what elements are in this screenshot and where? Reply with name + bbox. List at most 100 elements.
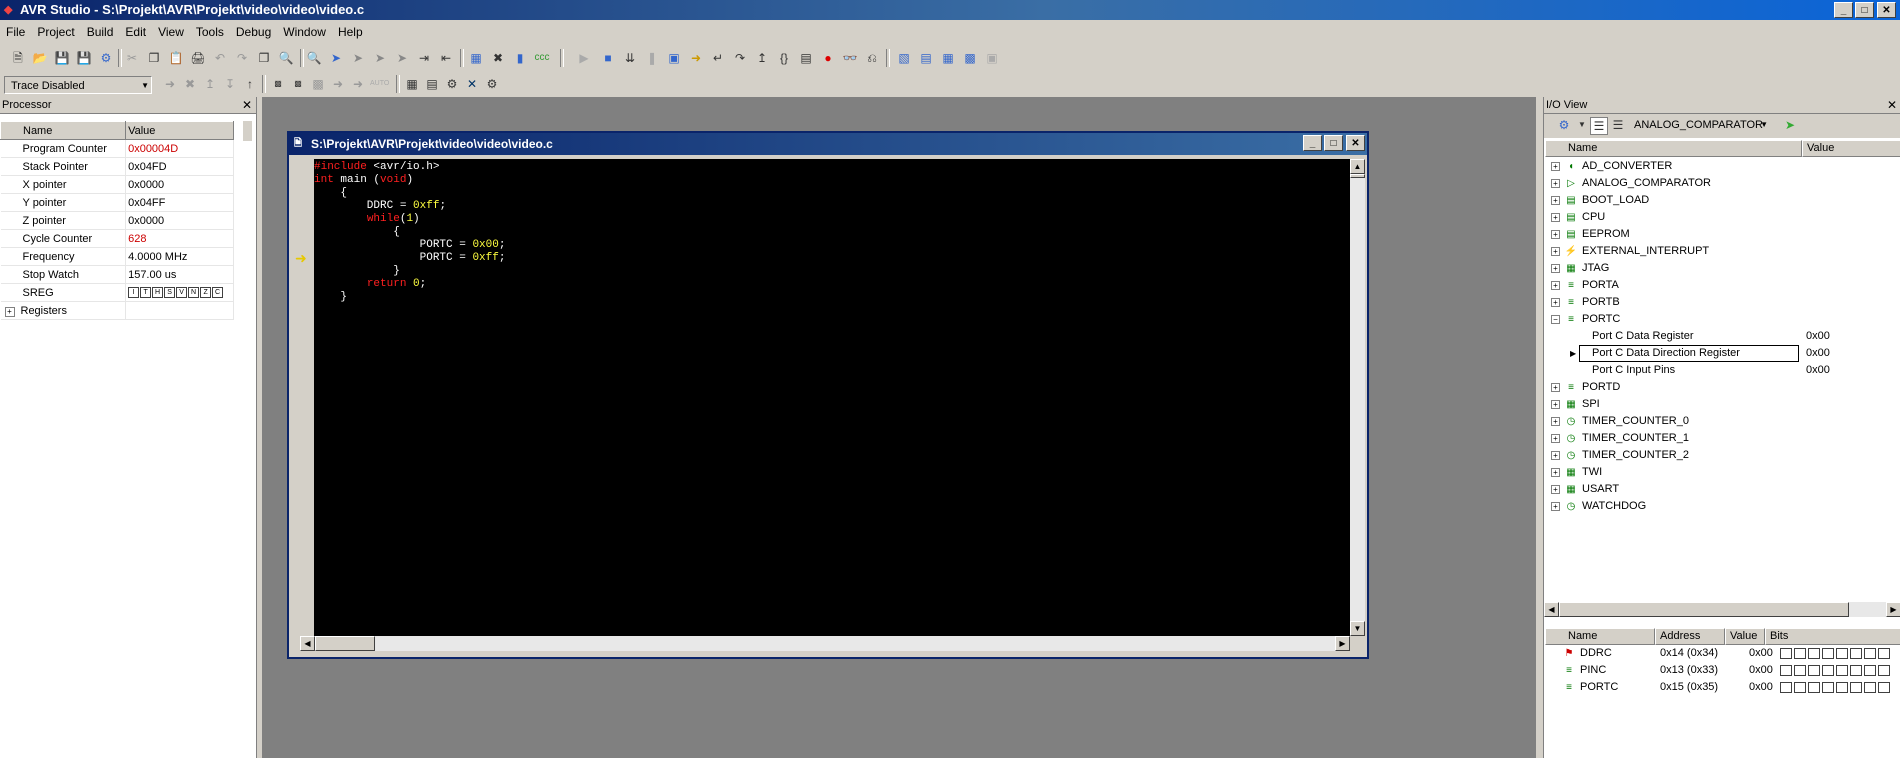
paste-icon[interactable]: 📋 bbox=[168, 50, 184, 66]
stop-debug-icon[interactable]: ■ bbox=[600, 50, 616, 66]
bit-checkbox[interactable] bbox=[1864, 681, 1876, 693]
menu-window[interactable]: Window bbox=[277, 22, 332, 42]
expand-icon[interactable]: + bbox=[1551, 230, 1560, 239]
reg-col-header-name[interactable]: Name bbox=[1545, 628, 1655, 645]
chevron-down-icon[interactable]: ▼ bbox=[1574, 117, 1590, 133]
io-peripheral-row[interactable]: + ◷ TIMER_COUNTER_2 bbox=[1544, 447, 1900, 464]
open-folder-icon[interactable]: 📂 bbox=[32, 50, 48, 66]
sreg-flag-s[interactable]: S bbox=[164, 287, 176, 299]
bit-checkbox[interactable] bbox=[1780, 664, 1792, 676]
io-peripheral-row[interactable]: + ▦ TWI bbox=[1544, 464, 1900, 481]
io-peripheral-row[interactable]: + ◷ WATCHDOG bbox=[1544, 498, 1900, 515]
quickwatch-icon[interactable]: 👓 bbox=[842, 50, 858, 66]
io-register-row[interactable]: ▶ Port C Data Direction Register 0x00 bbox=[1544, 345, 1900, 362]
outdent-icon[interactable]: ⇤ bbox=[438, 50, 454, 66]
bookmark-next-icon[interactable]: ➤ bbox=[350, 50, 366, 66]
scroll-left-icon[interactable]: ◀ bbox=[1544, 602, 1559, 617]
expand-icon[interactable]: + bbox=[1551, 264, 1560, 273]
io-peripheral-row[interactable]: + ▦ SPI bbox=[1544, 396, 1900, 413]
run-icon[interactable]: ▶ bbox=[576, 50, 592, 66]
bit-checkbox[interactable] bbox=[1794, 647, 1806, 659]
menu-build[interactable]: Build bbox=[81, 22, 120, 42]
breakpoint-icon[interactable]: ● bbox=[820, 50, 836, 66]
table-row[interactable]: Program Counter 0x00004D bbox=[0, 139, 234, 158]
register-window-icon[interactable]: ▦ bbox=[940, 50, 956, 66]
expand-icon[interactable]: + bbox=[1551, 502, 1560, 511]
reg-col-header-bits[interactable]: Bits bbox=[1765, 628, 1900, 645]
trace-step-icon[interactable]: ↥ bbox=[202, 76, 218, 92]
table-row[interactable]: + Registers bbox=[0, 301, 234, 320]
expand-icon[interactable]: + bbox=[1551, 196, 1560, 205]
new-file-icon[interactable]: 🗎 bbox=[10, 50, 26, 66]
code-editor[interactable]: #include <avr/io.h> int main (void) { DDR… bbox=[314, 159, 1350, 636]
trace-select[interactable]: Trace Disabled ▼ bbox=[4, 76, 152, 94]
bookmark-icon[interactable]: ➤ bbox=[328, 50, 344, 66]
expand-icon[interactable]: + bbox=[1551, 417, 1560, 426]
menu-edit[interactable]: Edit bbox=[119, 22, 152, 42]
trace-top-icon[interactable]: ↑ bbox=[242, 76, 258, 92]
expand-icon[interactable]: + bbox=[1551, 179, 1560, 188]
reg-col-header-value[interactable]: Value bbox=[1725, 628, 1765, 645]
disassembler-icon[interactable]: ▩ bbox=[962, 50, 978, 66]
bit-checkbox[interactable] bbox=[1822, 664, 1834, 676]
trace-clear-icon[interactable]: ✖ bbox=[182, 76, 198, 92]
sreg-flag-c[interactable]: C bbox=[212, 287, 224, 299]
sreg-flag-t[interactable]: T bbox=[140, 287, 152, 299]
io-horizontal-scrollbar[interactable]: ◀ ▶ bbox=[1544, 602, 1900, 617]
filter-icon[interactable]: ⚙ bbox=[1556, 117, 1572, 133]
scroll-right-icon[interactable]: ▶ bbox=[1886, 602, 1900, 617]
io-col-header-name[interactable]: Name bbox=[1545, 140, 1802, 157]
editor-titlebar[interactable]: 🗎 S:\Projekt\AVR\Projekt\video\video\vid… bbox=[289, 133, 1367, 155]
bit-checkbox[interactable] bbox=[1850, 647, 1862, 659]
bit-checkbox[interactable] bbox=[1878, 681, 1890, 693]
cut-icon[interactable]: ✂ bbox=[124, 50, 140, 66]
scroll-right-icon[interactable]: ▶ bbox=[1335, 636, 1350, 651]
expand-icon[interactable]: + bbox=[1551, 298, 1560, 307]
undo-icon[interactable]: ↶ bbox=[212, 50, 228, 66]
bit-checkbox[interactable] bbox=[1822, 647, 1834, 659]
reg-col-header-address[interactable]: Address bbox=[1655, 628, 1725, 645]
expand-icon[interactable]: + bbox=[1551, 213, 1560, 222]
scroll-up-icon[interactable]: ▲ bbox=[1350, 159, 1365, 174]
asm-icon[interactable]: ▩ bbox=[290, 76, 306, 92]
expand-icon[interactable]: + bbox=[1551, 400, 1560, 409]
bit-checkbox[interactable] bbox=[1808, 681, 1820, 693]
io-peripheral-row[interactable]: + ▤ CPU bbox=[1544, 209, 1900, 226]
scroll-down-icon[interactable]: ▼ bbox=[1350, 621, 1365, 636]
bit-checkbox[interactable] bbox=[1794, 681, 1806, 693]
sreg-flag-n[interactable]: N bbox=[188, 287, 200, 299]
trace-gray3-icon[interactable]: ➜ bbox=[350, 76, 366, 92]
reset-icon[interactable]: ⇊ bbox=[622, 50, 638, 66]
io-peripheral-row[interactable]: + ▦ USART bbox=[1544, 481, 1900, 498]
io-peripheral-row[interactable]: + ≡ PORTA bbox=[1544, 277, 1900, 294]
trace-gray-icon[interactable]: ▩ bbox=[310, 76, 326, 92]
editor-minimize-button[interactable]: _ bbox=[1303, 135, 1322, 151]
editor-margin[interactable]: ➜ bbox=[293, 159, 314, 636]
bit-checkbox[interactable] bbox=[1878, 664, 1890, 676]
expand-icon[interactable]: + bbox=[1551, 162, 1560, 171]
save-all-icon[interactable]: 💾 bbox=[76, 50, 92, 66]
con-icon[interactable]: ccc bbox=[534, 50, 550, 66]
sreg-flag-v[interactable]: V bbox=[176, 287, 188, 299]
close-icon[interactable]: ✕ bbox=[242, 97, 252, 113]
table-row[interactable]: X pointer 0x0000 bbox=[0, 175, 234, 194]
step-into-icon[interactable]: ↵ bbox=[710, 50, 726, 66]
table-row[interactable]: Stop Watch 157.00 us bbox=[0, 265, 234, 284]
io-col-header-value[interactable]: Value bbox=[1802, 140, 1900, 157]
sreg-flag-z[interactable]: Z bbox=[200, 287, 212, 299]
arrow-icon[interactable]: ➜ bbox=[688, 50, 704, 66]
plugin2-icon[interactable]: ▤ bbox=[424, 76, 440, 92]
menu-view[interactable]: View bbox=[152, 22, 190, 42]
toggle-view-icon[interactable]: ▣ bbox=[984, 50, 1000, 66]
editor-maximize-button[interactable]: □ bbox=[1324, 135, 1343, 151]
bit-checkbox[interactable] bbox=[1780, 681, 1792, 693]
auto-icon[interactable]: AUTO bbox=[370, 76, 389, 92]
io-peripheral-row[interactable]: + ▤ EEPROM bbox=[1544, 226, 1900, 243]
bit-checkbox[interactable] bbox=[1864, 664, 1876, 676]
expand-icon[interactable]: + bbox=[1551, 485, 1560, 494]
expand-icon[interactable]: + bbox=[1551, 451, 1560, 460]
bit-checkbox[interactable] bbox=[1850, 681, 1862, 693]
find-icon[interactable]: 🔍 bbox=[306, 50, 322, 66]
register-row[interactable]: ⚑ DDRC 0x14 (0x34) 0x00 bbox=[1544, 645, 1900, 662]
editor-close-button[interactable]: ✕ bbox=[1346, 135, 1365, 151]
